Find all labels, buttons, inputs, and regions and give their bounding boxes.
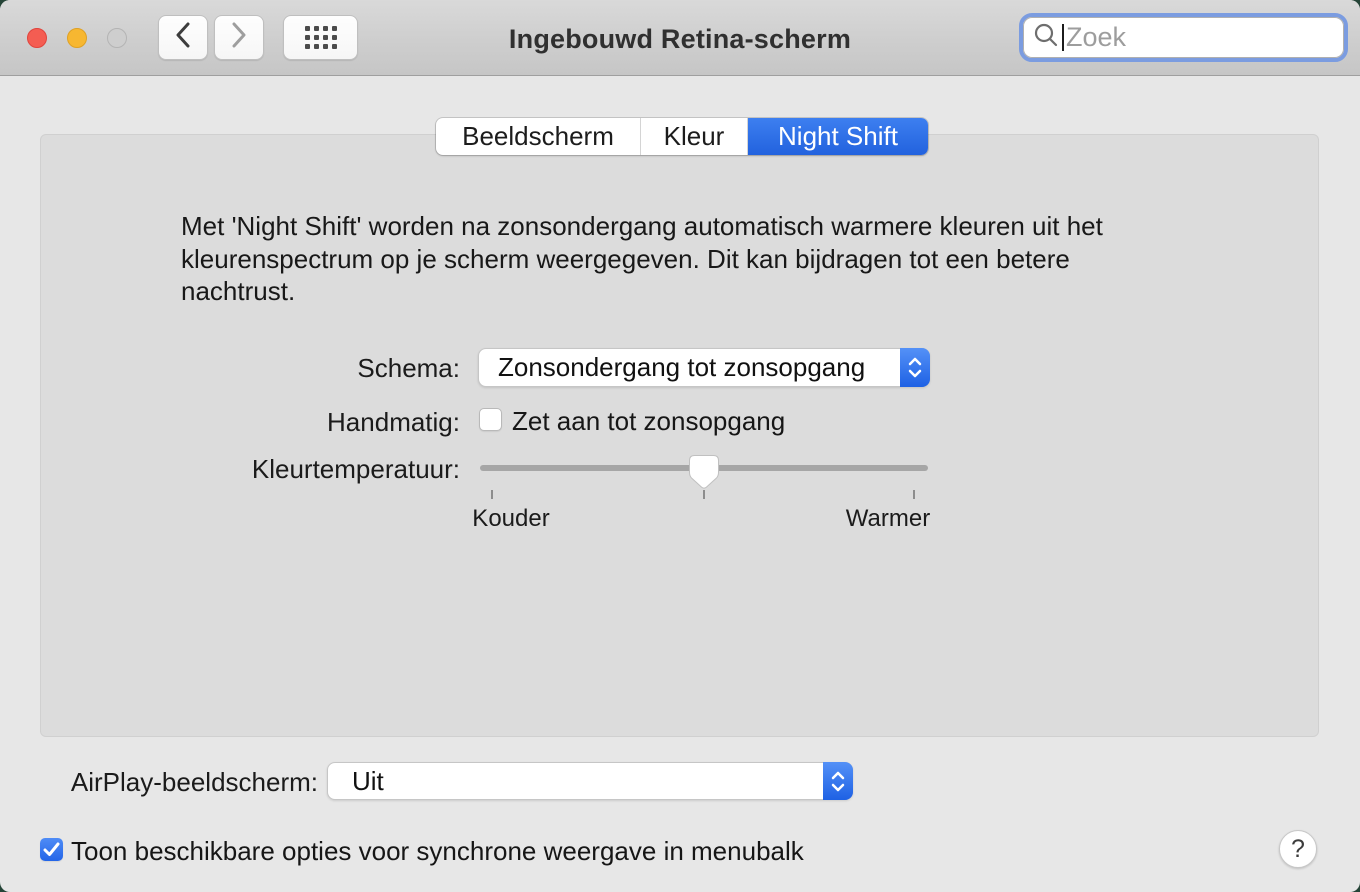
manual-label: Handmatig: <box>0 407 460 438</box>
slider-tick-min <box>491 490 493 499</box>
slider-min-label: Kouder <box>472 505 549 533</box>
schema-popup[interactable]: Zonsondergang tot zonsopgang <box>478 348 930 387</box>
text-cursor <box>1062 24 1064 51</box>
popup-stepper-icon <box>823 762 853 800</box>
search-icon <box>1031 20 1061 55</box>
sync-checkbox[interactable] <box>40 838 63 861</box>
airplay-popup[interactable]: Uit <box>327 762 853 800</box>
temperature-slider-thumb[interactable] <box>689 455 719 494</box>
search-placeholder: Zoek <box>1066 22 1126 53</box>
question-mark-icon: ? <box>1291 835 1305 864</box>
schema-label: Schema: <box>0 353 460 384</box>
tab-night-shift[interactable]: Night Shift <box>748 118 928 155</box>
airplay-label: AirPlay-beeldscherm: <box>0 767 318 798</box>
airplay-value: Uit <box>328 766 384 797</box>
night-shift-description: Met 'Night Shift' worden na zonsondergan… <box>181 210 1181 308</box>
tab-beeldscherm[interactable]: Beeldscherm <box>436 118 641 155</box>
search-field[interactable]: Zoek <box>1019 13 1348 62</box>
title-bar: Ingebouwd Retina-scherm Zoek <box>0 0 1360 76</box>
help-button[interactable]: ? <box>1279 830 1317 868</box>
tab-bar: Beeldscherm Kleur Night Shift <box>436 118 928 155</box>
sync-checkbox-label: Toon beschikbare opties voor synchrone w… <box>71 836 804 867</box>
manual-checkbox-label: Zet aan tot zonsopgang <box>512 406 785 437</box>
schema-value: Zonsondergang tot zonsopgang <box>479 352 865 383</box>
search-input[interactable]: Zoek <box>1023 17 1344 58</box>
slider-max-label: Warmer <box>846 505 930 533</box>
slider-tick-max <box>913 490 915 499</box>
temperature-label: Kleurtemperatuur: <box>0 454 460 485</box>
manual-checkbox[interactable] <box>479 408 502 431</box>
system-preferences-window: Ingebouwd Retina-scherm Zoek Beeldscherm… <box>0 0 1360 892</box>
tab-kleur[interactable]: Kleur <box>641 118 748 155</box>
popup-stepper-icon <box>900 348 930 387</box>
